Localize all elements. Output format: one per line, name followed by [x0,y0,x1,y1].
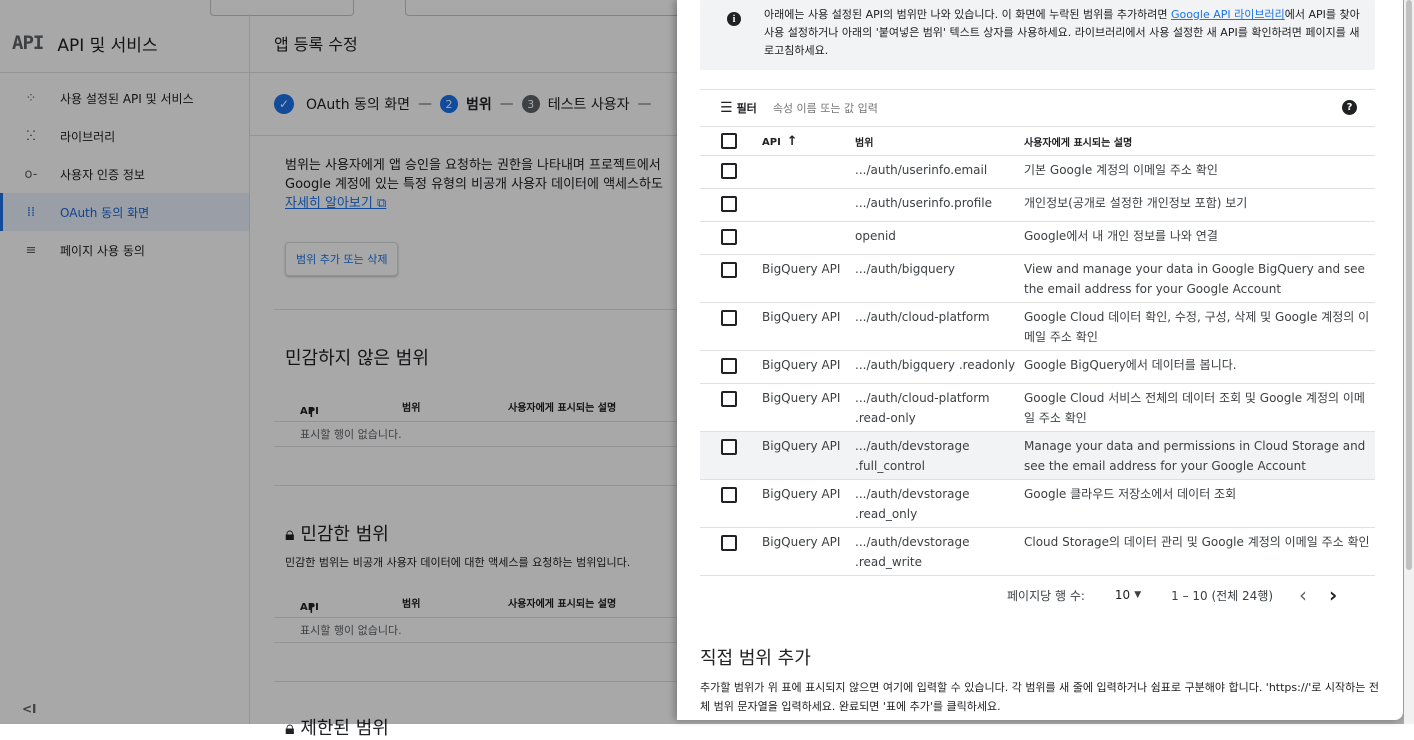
row-checkbox-cell [700,350,762,384]
row-scope: .../auth/devstorage .read_write [855,527,1024,576]
rows-per-page-select[interactable]: 10 [1115,588,1130,602]
row-description: View and manage your data in Google BigQ… [1024,254,1375,303]
page-scrollbar[interactable] [1404,0,1414,724]
row-checkbox-cell [700,254,762,303]
filter-input[interactable] [770,100,1175,116]
row-scope: .../auth/userinfo.profile [855,188,1024,222]
row-checkbox[interactable] [721,358,737,374]
next-page-icon[interactable]: › [1329,583,1337,607]
row-description: Google에서 내 개인 정보를 나와 연결 [1024,221,1375,255]
row-api [762,188,855,222]
row-api: BigQuery API [762,350,855,384]
table-header-row: API ↑ 범위 사용자에게 표시되는 설명 [700,127,1375,156]
row-checkbox[interactable] [721,310,737,326]
row-description: Google Cloud 데이터 확인, 수정, 구성, 삭제 및 Google… [1024,302,1375,351]
manual-add-title: 직접 범위 추가 [700,648,811,669]
scopes-table: API ↑ 범위 사용자에게 표시되는 설명 .../auth/userinfo.… [700,127,1375,576]
row-checkbox-cell [700,431,762,480]
row-checkbox[interactable] [721,439,737,455]
manual-add-description: 추가할 범위가 위 표에 표시되지 않으면 여기에 입력할 수 있습니다. 각 … [700,681,1379,713]
row-description: Google Cloud 서비스 전체의 데이터 조회 및 Google 계정의… [1024,383,1375,432]
row-description: Cloud Storage의 데이터 관리 및 Google 계정의 이메일 주… [1024,527,1375,576]
row-checkbox-cell [700,221,762,255]
row-api: BigQuery API [762,527,855,576]
row-scope: .../auth/devstorage .read_only [855,479,1024,528]
row-checkbox-cell [700,188,762,222]
row-api [762,155,855,189]
row-api: BigQuery API [762,302,855,351]
table-row[interactable]: BigQuery API .../auth/devstorage .read_wr… [700,527,1375,576]
row-description: 기본 Google 계정의 이메일 주소 확인 [1024,155,1375,189]
dropdown-caret-icon[interactable]: ▼ [1134,590,1141,600]
row-checkbox[interactable] [721,487,737,503]
sort-arrow-up-icon: ↑ [786,133,798,149]
col-scope-header: 범위 [855,127,1024,156]
row-checkbox[interactable] [721,391,737,407]
row-checkbox[interactable] [721,535,737,551]
row-checkbox[interactable] [721,196,737,212]
row-checkbox-cell [700,479,762,528]
row-checkbox[interactable] [721,229,737,245]
table-row[interactable]: BigQuery API .../auth/cloud-platform Googl… [700,302,1375,351]
pagination: 페이지당 행 수: 10 ▼ 1 – 10 (전체 24행) ‹ › [1007,583,1375,607]
row-description: 개인정보(공개로 설정한 개인정보 포함) 보기 [1024,188,1375,222]
row-checkbox-cell [700,527,762,576]
row-description: Manage your data and permissions in Clou… [1024,431,1375,480]
info-text: 아래에는 사용 설정된 API의 범위만 나와 있습니다. 이 화면에 누락된 … [764,8,1360,57]
filter-bar: ☰ 필터 ? [700,89,1375,127]
table-row[interactable]: openid Google에서 내 개인 정보를 나와 연결 [700,221,1375,255]
row-checkbox[interactable] [721,262,737,278]
scrollbar-thumb[interactable] [1406,0,1412,570]
filter-icon[interactable]: ☰ [720,100,733,116]
info-banner: i 아래에는 사용 설정된 API의 범위만 나와 있습니다. 이 화면에 누락… [700,0,1375,70]
row-description: Google 클라우드 저장소에서 데이터 조회 [1024,479,1375,528]
row-scope: .../auth/devstorage .full_control [855,431,1024,480]
row-api: BigQuery API [762,254,855,303]
page-range: 1 – 10 (전체 24행) [1171,588,1274,603]
row-scope: .../auth/cloud-platform [855,302,1024,351]
info-icon: i [727,12,741,26]
row-checkbox-cell [700,302,762,351]
select-all-cell [700,127,762,156]
row-scope: .../auth/bigquery .readonly [855,350,1024,384]
previous-page-icon[interactable]: ‹ [1299,583,1307,607]
col-desc-header: 사용자에게 표시되는 설명 [1024,127,1375,156]
row-checkbox-cell [700,155,762,189]
row-api: BigQuery API [762,383,855,432]
row-checkbox-cell [700,383,762,432]
row-checkbox[interactable] [721,163,737,179]
help-icon[interactable]: ? [1342,100,1357,115]
update-scopes-panel: i 아래에는 사용 설정된 API의 범위만 나와 있습니다. 이 화면에 누락… [677,0,1403,720]
table-row[interactable]: .../auth/userinfo.profile 개인정보(공개로 설정한 개인… [700,188,1375,222]
row-api [762,221,855,255]
scopes-table-body: .../auth/userinfo.email 기본 Google 계정의 이메일… [700,155,1375,576]
api-library-link[interactable]: Google API 라이브러리 [1171,8,1285,21]
row-scope: .../auth/bigquery [855,254,1024,303]
row-scope: openid [855,221,1024,255]
row-description: Google BigQuery에서 데이터를 봅니다. [1024,350,1375,384]
table-row[interactable]: .../auth/userinfo.email 기본 Google 계정의 이메일… [700,155,1375,189]
rows-per-page-label: 페이지당 행 수: [1007,588,1085,603]
row-api: BigQuery API [762,431,855,480]
table-row[interactable]: BigQuery API .../auth/bigquery View and ma… [700,254,1375,303]
filter-label: 필터 [736,102,757,115]
table-row[interactable]: BigQuery API .../auth/devstorage .read_on… [700,479,1375,528]
table-row[interactable]: BigQuery API .../auth/devstorage .full_co… [700,431,1375,480]
table-row[interactable]: BigQuery API .../auth/cloud-platform .rea… [700,383,1375,432]
row-api: BigQuery API [762,479,855,528]
select-all-checkbox[interactable] [721,133,737,149]
row-scope: .../auth/userinfo.email [855,155,1024,189]
row-scope: .../auth/cloud-platform .read-only [855,383,1024,432]
col-api-header[interactable]: API ↑ [762,127,855,156]
table-row[interactable]: BigQuery API .../auth/bigquery .readonly G… [700,350,1375,384]
